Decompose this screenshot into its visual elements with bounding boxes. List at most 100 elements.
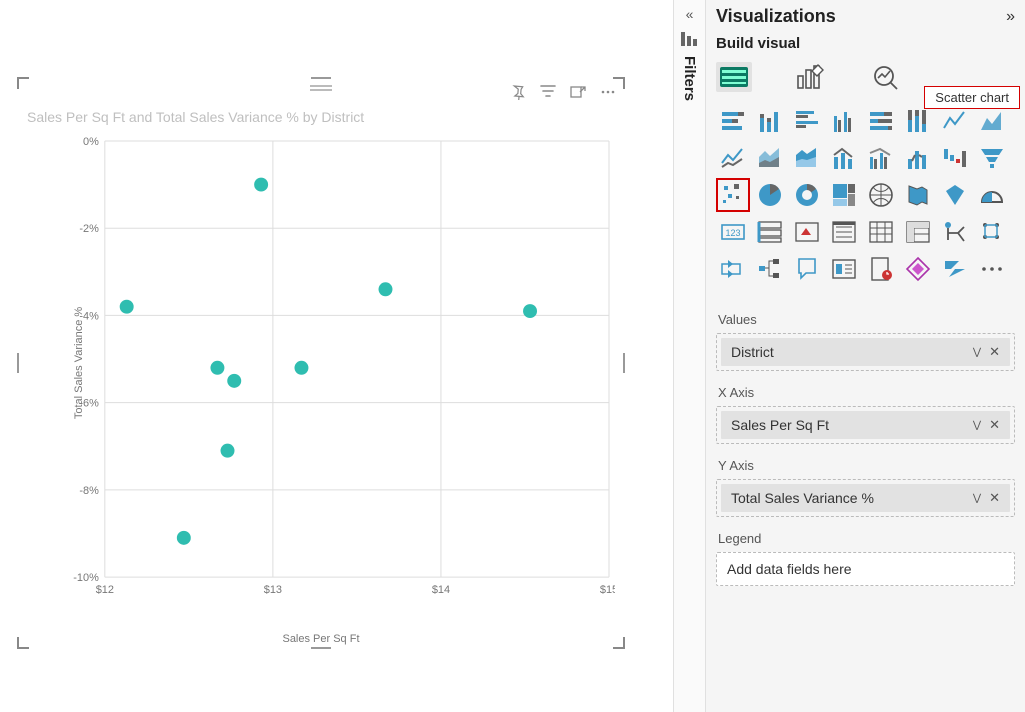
smart-narrative-icon[interactable]	[827, 252, 861, 286]
map-icon[interactable]	[864, 178, 898, 212]
key-influencers-icon[interactable]	[716, 252, 750, 286]
qa-visual-icon[interactable]	[790, 252, 824, 286]
chevron-down-icon[interactable]: ⋁	[973, 420, 981, 431]
azure-map-icon[interactable]	[938, 178, 972, 212]
filters-icon	[681, 32, 699, 46]
format-visual-tab[interactable]	[792, 62, 828, 92]
clustered-bar-chart-icon[interactable]	[790, 104, 824, 138]
svg-text:-8%: -8%	[79, 485, 99, 497]
x-axis-label: Sales Per Sq Ft	[282, 633, 359, 645]
xaxis-pill[interactable]: Sales Per Sq Ft ⋁ ✕	[721, 411, 1010, 439]
yaxis-well[interactable]: Total Sales Variance % ⋁ ✕	[716, 479, 1015, 517]
chevron-down-icon[interactable]: ⋁	[973, 347, 981, 358]
scatter-chart-icon[interactable]	[716, 178, 750, 212]
svg-text:$12: $12	[96, 584, 114, 596]
line-clustered-column-chart-icon[interactable]	[864, 141, 898, 175]
focus-mode-icon[interactable]	[569, 83, 587, 101]
build-visual-tab[interactable]	[716, 62, 752, 92]
stacked-column-chart-icon[interactable]	[753, 104, 787, 138]
pin-icon[interactable]	[509, 83, 527, 101]
remove-field-icon[interactable]: ✕	[989, 490, 1000, 506]
power-apps-icon[interactable]	[901, 252, 935, 286]
100-stacked-column-chart-icon[interactable]	[901, 104, 935, 138]
clustered-column-chart-icon[interactable]	[827, 104, 861, 138]
100-stacked-bar-chart-icon[interactable]	[864, 104, 898, 138]
chart-title: Sales Per Sq Ft and Total Sales Variance…	[27, 109, 364, 125]
scatter-visual-tile[interactable]: Sales Per Sq Ft and Total Sales Variance…	[16, 76, 626, 650]
resize-handle-bottom[interactable]	[311, 647, 331, 649]
analytics-tab[interactable]	[868, 62, 904, 92]
funnel-chart-icon[interactable]	[975, 141, 1009, 175]
paginated-report-icon[interactable]	[864, 252, 898, 286]
build-visual-label: Build visual	[716, 35, 1015, 52]
python-visual-icon[interactable]	[975, 215, 1009, 249]
y-axis-label: Total Sales Variance %	[73, 307, 85, 419]
kpi-icon[interactable]	[790, 215, 824, 249]
visualizations-pane: Visualizations » Build visual 123 Scatte…	[705, 0, 1025, 712]
remove-field-icon[interactable]: ✕	[989, 344, 1000, 360]
area-chart-icon[interactable]	[753, 141, 787, 175]
power-automate-icon[interactable]	[938, 252, 972, 286]
yaxis-pill[interactable]: Total Sales Variance % ⋁ ✕	[721, 484, 1010, 512]
chevron-down-icon[interactable]: ⋁	[973, 493, 981, 504]
filled-map-icon[interactable]	[901, 178, 935, 212]
decomposition-tree-icon[interactable]	[753, 252, 787, 286]
donut-chart-icon[interactable]	[790, 178, 824, 212]
more-options-icon[interactable]	[599, 83, 617, 101]
yaxis-pill-text: Total Sales Variance %	[731, 490, 874, 506]
svg-text:-10%: -10%	[73, 572, 99, 584]
values-pill-text: District	[731, 344, 774, 360]
values-well[interactable]: District ⋁ ✕	[716, 333, 1015, 371]
card-icon[interactable]: 123	[716, 215, 750, 249]
visual-drag-grip[interactable]	[310, 83, 332, 93]
line-stacked-column-chart-icon[interactable]	[827, 141, 861, 175]
multi-row-card-icon[interactable]	[753, 215, 787, 249]
r-visual-icon[interactable]	[938, 215, 972, 249]
legend-label: Legend	[718, 531, 1013, 546]
stacked-area-chart-icon[interactable]	[790, 141, 824, 175]
xaxis-well[interactable]: Sales Per Sq Ft ⋁ ✕	[716, 406, 1015, 444]
remove-field-icon[interactable]: ✕	[989, 417, 1000, 433]
svg-text:$14: $14	[432, 584, 450, 596]
svg-text:$13: $13	[264, 584, 282, 596]
yaxis-label: Y Axis	[718, 458, 1013, 473]
svg-text:123: 123	[725, 228, 740, 238]
svg-text:0%: 0%	[83, 136, 99, 148]
filter-icon[interactable]	[539, 83, 557, 101]
tooltip-scatter-chart: Scatter chart	[924, 86, 1020, 109]
resize-handle-top[interactable]	[311, 77, 331, 79]
treemap-icon[interactable]	[827, 178, 861, 212]
svg-text:$15: $15	[600, 584, 615, 596]
filters-label[interactable]: Filters	[681, 56, 698, 101]
xaxis-pill-text: Sales Per Sq Ft	[731, 417, 829, 433]
chart-plot-area: 0%-2%-4%-6%-8%-10%$12$13$14$15	[57, 135, 615, 605]
resize-handle-left[interactable]	[17, 353, 19, 373]
resize-handle-br[interactable]	[613, 637, 625, 649]
collapse-chevron-icon[interactable]: «	[681, 6, 699, 24]
svg-text:-2%: -2%	[79, 223, 99, 235]
values-label: Values	[718, 312, 1013, 327]
resize-handle-tl[interactable]	[17, 77, 29, 89]
legend-placeholder: Add data fields here	[727, 561, 852, 577]
report-canvas[interactable]: Sales Per Sq Ft and Total Sales Variance…	[0, 0, 673, 712]
filters-rail[interactable]: « Filters	[673, 0, 705, 712]
expand-chevron-icon[interactable]: »	[1006, 8, 1015, 26]
gauge-icon[interactable]	[975, 178, 1009, 212]
matrix-icon[interactable]	[901, 215, 935, 249]
resize-handle-right[interactable]	[623, 353, 625, 373]
values-pill[interactable]: District ⋁ ✕	[721, 338, 1010, 366]
slicer-icon[interactable]	[827, 215, 861, 249]
visualizations-title: Visualizations	[716, 6, 836, 27]
resize-handle-bl[interactable]	[17, 637, 29, 649]
pie-chart-icon[interactable]	[753, 178, 787, 212]
line-chart-icon[interactable]	[716, 141, 750, 175]
xaxis-label: X Axis	[718, 385, 1013, 400]
ribbon-chart-icon[interactable]	[901, 141, 935, 175]
area-chart-icon1-icon[interactable]	[975, 104, 1009, 138]
table-icon[interactable]	[864, 215, 898, 249]
waterfall-chart-icon[interactable]	[938, 141, 972, 175]
line-chart-icon1-icon[interactable]	[938, 104, 972, 138]
stacked-bar-chart-icon[interactable]	[716, 104, 750, 138]
legend-well[interactable]: Add data fields here	[716, 552, 1015, 586]
get-more-visuals-icon[interactable]	[975, 252, 1009, 286]
